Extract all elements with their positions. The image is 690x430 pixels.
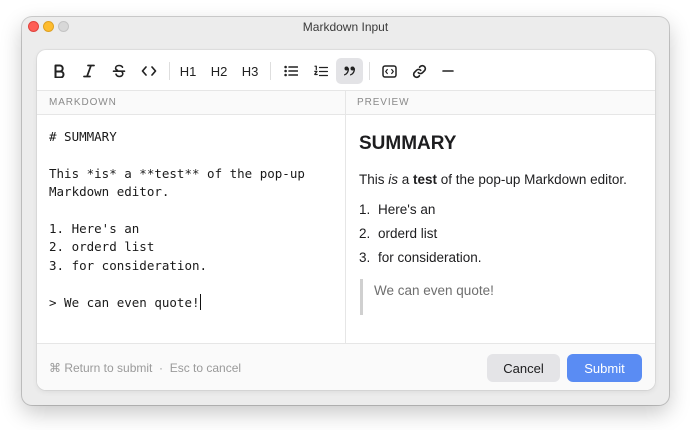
list-item-text: Here's an (378, 202, 436, 217)
editor-card: H1 H2 H3 MARKDOWN PREVIEW # SUMMARY This… (37, 50, 655, 390)
heading-3-label: H3 (241, 63, 259, 79)
code-block-icon (381, 64, 397, 78)
title-bar[interactable]: Markdown Input (22, 17, 669, 37)
dialog-footer: ⌘ Return to submit · Esc to cancel Cance… (37, 343, 655, 390)
markdown-preview: SUMMARY This is a test of the pop-up Mar… (359, 133, 645, 315)
markdown-pane-label: MARKDOWN (49, 97, 117, 108)
code-block-button[interactable] (376, 58, 402, 84)
heading-3-button[interactable]: H3 (236, 58, 264, 84)
heading-1-button[interactable]: H1 (175, 58, 201, 84)
list-item-text: orderd list (378, 226, 438, 241)
formatting-toolbar: H1 H2 H3 (37, 50, 655, 91)
heading-2-label: H2 (210, 63, 228, 79)
markdown-input-window: Markdown Input H1 H2 H3 MARKDOWN PREVIEW… (22, 17, 669, 405)
bullet-list-icon (283, 65, 298, 77)
preview-text: a (398, 172, 414, 187)
list-item-number: 3. (359, 250, 371, 265)
text-caret (199, 293, 202, 310)
preview-ordered-list: 1. Here's an 2. orderd list 3. for consider… (359, 201, 645, 273)
editor-line: 1. Here's an (49, 220, 140, 236)
editor-line-last: > We can even quote! (49, 293, 339, 312)
horizontal-rule-button[interactable] (435, 58, 461, 84)
italic-button[interactable] (76, 58, 102, 84)
editor-line-text: > We can even quote! (49, 294, 200, 310)
link-button[interactable] (406, 58, 432, 84)
editor-line: This *is* a **test** of the pop-up (49, 165, 305, 181)
heading-1-label: H1 (179, 63, 197, 79)
list-item-number: 1. (359, 202, 371, 217)
bold-button[interactable] (46, 58, 72, 84)
list-item: 1. Here's an (359, 201, 645, 225)
heading-2-button[interactable]: H2 (205, 58, 233, 84)
submit-button[interactable]: Submit (567, 354, 642, 382)
pane-divider (345, 91, 346, 343)
italic-icon (83, 64, 95, 78)
keyboard-hint: ⌘ Return to submit · Esc to cancel (49, 361, 242, 375)
horizontal-rule-icon (442, 70, 454, 72)
preview-blockquote: We can even quote! (360, 279, 645, 315)
numbered-list-button[interactable] (307, 58, 334, 84)
numbered-list-icon (313, 65, 328, 76)
toolbar-separator (270, 62, 271, 80)
cancel-button[interactable]: Cancel (487, 354, 560, 382)
preview-bold-text: test (413, 172, 438, 187)
strikethrough-button[interactable] (106, 58, 132, 84)
list-item-number: 2. (359, 226, 371, 241)
inline-code-button[interactable] (136, 58, 162, 84)
bold-icon (54, 64, 65, 78)
preview-paragraph: This is a test of the pop-up Markdown ed… (359, 171, 645, 189)
list-item: 3. for consideration. (359, 249, 645, 273)
editor-line: Markdown editor. (49, 184, 170, 200)
bullet-list-button[interactable] (277, 58, 304, 84)
preview-italic-text: is (388, 172, 399, 187)
preview-text: of the pop-up Markdown editor. (437, 172, 627, 187)
quote-icon (343, 66, 355, 76)
window-title: Markdown Input (302, 20, 389, 34)
preview-text: This (359, 172, 389, 187)
editor-line: # SUMMARY (49, 129, 117, 144)
markdown-editor[interactable]: # SUMMARY This *is* a **test** of the po… (49, 128, 339, 312)
pane-headers: MARKDOWN PREVIEW (37, 91, 655, 115)
strikethrough-icon (112, 64, 126, 78)
list-item: 2. orderd list (359, 225, 645, 249)
link-icon (412, 64, 426, 78)
toolbar-separator (369, 62, 370, 80)
editor-line: 2. orderd list (49, 239, 155, 255)
code-icon (141, 66, 157, 76)
editor-line: 3. for consideration. (49, 257, 208, 273)
blockquote-button[interactable] (336, 58, 363, 84)
list-item-text: for consideration. (378, 250, 482, 265)
preview-heading: SUMMARY (359, 133, 457, 154)
preview-pane-label: PREVIEW (357, 97, 410, 108)
toolbar-separator (169, 62, 170, 80)
